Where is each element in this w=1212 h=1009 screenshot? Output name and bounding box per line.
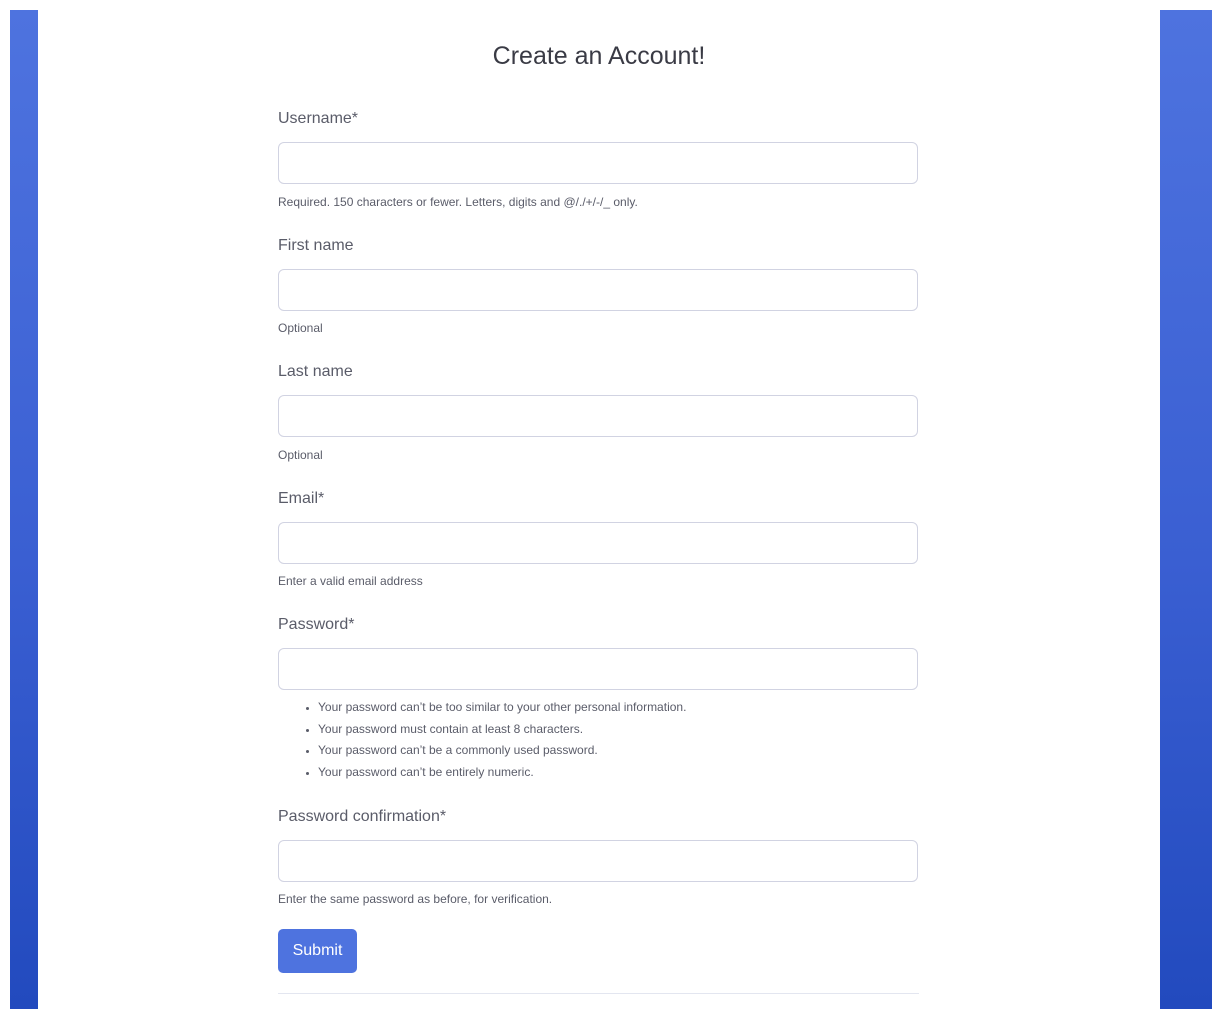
password-input[interactable] bbox=[278, 648, 918, 690]
right-gradient-panel bbox=[1160, 10, 1212, 1009]
left-gradient-panel bbox=[10, 10, 38, 1009]
last-name-help: Optional bbox=[278, 448, 323, 462]
last-name-input[interactable] bbox=[278, 395, 918, 437]
registration-card: Create an Account! Username* Required. 1… bbox=[38, 0, 1160, 1009]
password-rule: Your password can’t be entirely numeric. bbox=[318, 762, 686, 784]
password-confirmation-label: Password confirmation* bbox=[278, 808, 447, 825]
password-label: Password* bbox=[278, 616, 355, 633]
username-help: Required. 150 characters or fewer. Lette… bbox=[278, 195, 638, 209]
email-input[interactable] bbox=[278, 522, 918, 564]
last-name-label: Last name bbox=[278, 363, 353, 380]
submit-button[interactable]: Submit bbox=[278, 929, 357, 973]
first-name-help: Optional bbox=[278, 321, 323, 335]
password-rules-list: Your password can’t be too similar to yo… bbox=[278, 697, 686, 784]
page-title: Create an Account! bbox=[492, 42, 706, 70]
first-name-input[interactable] bbox=[278, 269, 918, 311]
first-name-label: First name bbox=[278, 237, 354, 254]
password-rule: Your password can’t be a commonly used p… bbox=[318, 740, 686, 762]
password-rule: Your password can’t be too similar to yo… bbox=[318, 697, 686, 719]
password-confirmation-help: Enter the same password as before, for v… bbox=[278, 892, 553, 906]
page: Create an Account! Username* Required. 1… bbox=[0, 0, 1212, 1009]
password-rule: Your password must contain at least 8 ch… bbox=[318, 719, 686, 741]
email-help: Enter a valid email address bbox=[278, 574, 423, 588]
email-label: Email* bbox=[278, 490, 325, 507]
password-confirmation-input[interactable] bbox=[278, 840, 918, 882]
username-label: Username* bbox=[278, 110, 359, 127]
username-input[interactable] bbox=[278, 142, 918, 184]
form-divider bbox=[278, 993, 919, 994]
